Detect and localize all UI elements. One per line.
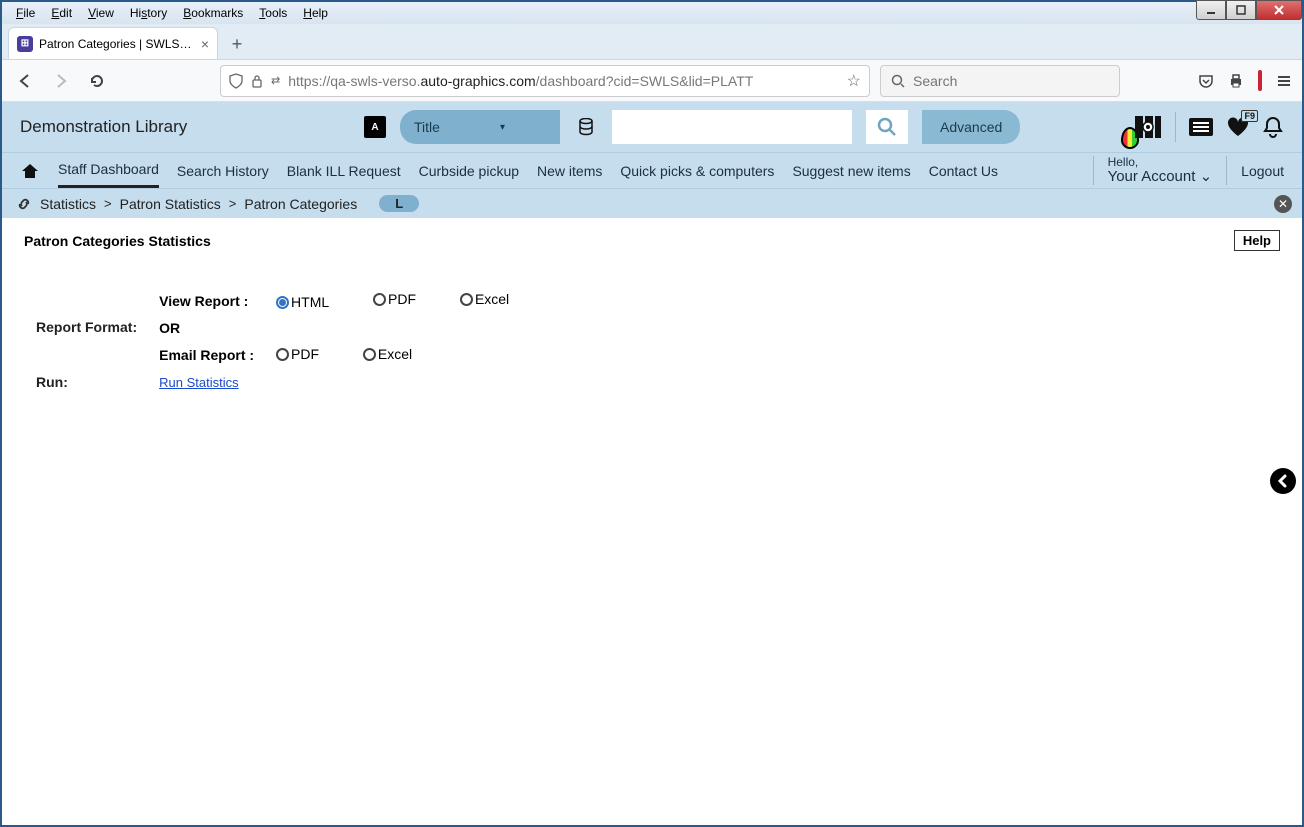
menu-view[interactable]: View xyxy=(80,4,122,22)
breadcrumb: Statistics > Patron Statistics > Patron … xyxy=(2,188,1302,218)
nav-back-button[interactable] xyxy=(12,68,38,94)
side-panel-toggle-button[interactable] xyxy=(1270,468,1296,494)
heart-badge: F9 xyxy=(1241,110,1258,122)
browser-menubar: File Edit View History Bookmarks Tools H… xyxy=(2,2,1302,24)
menu-bookmarks[interactable]: Bookmarks xyxy=(175,4,251,22)
bookmark-star-icon[interactable]: ☆ xyxy=(847,71,861,91)
menu-file[interactable]: File xyxy=(8,4,43,22)
nav-search-history[interactable]: Search History xyxy=(177,155,269,187)
logout-link[interactable]: Logout xyxy=(1241,163,1284,179)
help-button[interactable]: Help xyxy=(1234,230,1280,251)
radio-email-excel[interactable]: Excel xyxy=(363,346,412,362)
url-bar[interactable]: ⇄ https://qa-swls-verso.auto-graphics.co… xyxy=(220,65,870,97)
tab-title: Patron Categories | SWLS | platt xyxy=(39,37,195,51)
search-type-dropdown[interactable]: Title ▾ xyxy=(400,110,560,144)
mcafee-icon[interactable] xyxy=(1258,72,1262,90)
breadcrumb-close-button[interactable]: ✕ xyxy=(1274,195,1292,213)
nav-forward-button[interactable] xyxy=(48,68,74,94)
radio-icon xyxy=(276,348,289,361)
nav-reload-button[interactable] xyxy=(84,68,110,94)
url-text: https://qa-swls-verso.auto-graphics.com/… xyxy=(288,73,838,89)
tab-close-button[interactable]: × xyxy=(201,36,209,52)
browser-tabbar: ⊞ Patron Categories | SWLS | platt × + xyxy=(2,24,1302,60)
radio-icon xyxy=(363,348,376,361)
radio-icon xyxy=(276,296,289,309)
account-label: Your Account xyxy=(1108,168,1196,185)
account-block[interactable]: Hello, Your Account ⌄ xyxy=(1093,156,1228,186)
catalog-search-input[interactable] xyxy=(612,110,852,144)
window-maximize-button[interactable] xyxy=(1226,0,1256,20)
link-icon xyxy=(16,196,32,212)
shield-icon[interactable] xyxy=(229,73,243,89)
scan-icon[interactable] xyxy=(1133,114,1163,140)
advanced-search-button[interactable]: Advanced xyxy=(922,110,1020,144)
chevron-down-icon: ⌄ xyxy=(1195,168,1212,185)
hamburger-menu-icon[interactable] xyxy=(1276,73,1292,89)
chevron-down-icon: ▾ xyxy=(500,122,505,133)
nav-contact[interactable]: Contact Us xyxy=(929,155,998,187)
breadcrumb-badge: L xyxy=(379,195,419,212)
radio-icon xyxy=(460,293,473,306)
report-form: Report Format: View Report : HTML PDF Ex… xyxy=(24,285,561,396)
new-tab-button[interactable]: + xyxy=(222,29,252,59)
lock-icon[interactable] xyxy=(251,74,263,88)
window-minimize-button[interactable] xyxy=(1196,0,1226,20)
favorites-heart-icon[interactable]: F9 xyxy=(1226,116,1250,138)
search-icon xyxy=(891,74,905,88)
email-report-label: Email Report : xyxy=(149,342,264,368)
separator xyxy=(1175,112,1176,142)
breadcrumb-seg-2[interactable]: Patron Statistics xyxy=(120,196,221,212)
menu-edit[interactable]: Edit xyxy=(43,4,80,22)
window-close-button[interactable] xyxy=(1256,0,1302,20)
radio-view-excel[interactable]: Excel xyxy=(460,291,509,307)
or-label: OR xyxy=(149,316,264,340)
browser-tab[interactable]: ⊞ Patron Categories | SWLS | platt × xyxy=(8,27,218,59)
nav-suggest[interactable]: Suggest new items xyxy=(792,155,910,187)
radio-view-html[interactable]: HTML xyxy=(276,294,329,310)
app-header: Demonstration Library A Title ▾ Advanced… xyxy=(2,102,1302,152)
search-type-label: Title xyxy=(414,119,440,135)
radio-view-pdf[interactable]: PDF xyxy=(373,291,416,307)
print-icon[interactable] xyxy=(1228,73,1244,89)
nav-quick-picks[interactable]: Quick picks & computers xyxy=(620,155,774,187)
home-icon[interactable] xyxy=(20,162,40,180)
browser-toolbar: ⇄ https://qa-swls-verso.auto-graphics.co… xyxy=(2,60,1302,102)
library-name: Demonstration Library xyxy=(20,117,350,137)
menu-help[interactable]: Help xyxy=(295,4,336,22)
nav-staff-dashboard[interactable]: Staff Dashboard xyxy=(58,153,159,188)
pocket-icon[interactable] xyxy=(1198,73,1214,89)
view-report-label: View Report : xyxy=(149,287,264,314)
tab-favicon-icon: ⊞ xyxy=(17,36,33,52)
breadcrumb-seg-1[interactable]: Statistics xyxy=(40,196,96,212)
language-icon[interactable]: A xyxy=(364,116,386,138)
bell-icon[interactable] xyxy=(1262,115,1284,139)
nav-blank-ill[interactable]: Blank ILL Request xyxy=(287,155,401,187)
browser-search-input[interactable] xyxy=(913,73,1109,89)
menu-history[interactable]: History xyxy=(122,4,175,22)
radio-email-pdf[interactable]: PDF xyxy=(276,346,319,362)
run-statistics-link[interactable]: Run Statistics xyxy=(159,375,238,390)
page-content: Patron Categories Statistics Help Report… xyxy=(2,218,1302,825)
run-label: Run: xyxy=(26,370,147,394)
permissions-icon[interactable]: ⇄ xyxy=(271,74,280,87)
page-title: Patron Categories Statistics xyxy=(24,233,211,249)
list-icon[interactable] xyxy=(1188,117,1214,137)
database-icon[interactable] xyxy=(574,118,598,136)
radio-icon xyxy=(373,293,386,306)
menu-tools[interactable]: Tools xyxy=(251,4,295,22)
nav-bar: Staff Dashboard Search History Blank ILL… xyxy=(2,152,1302,188)
report-format-label: Report Format: xyxy=(26,287,147,368)
breadcrumb-seg-3[interactable]: Patron Categories xyxy=(244,196,357,212)
nav-curbside[interactable]: Curbside pickup xyxy=(419,155,519,187)
catalog-search-button[interactable] xyxy=(866,110,908,144)
browser-search-box[interactable] xyxy=(880,65,1120,97)
nav-new-items[interactable]: New items xyxy=(537,155,602,187)
